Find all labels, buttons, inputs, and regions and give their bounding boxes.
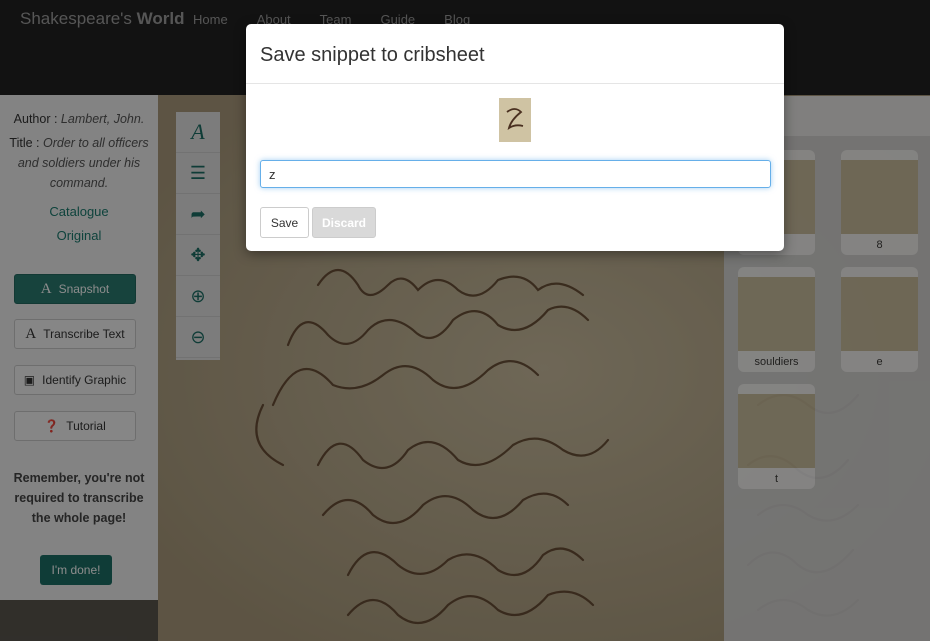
save-button[interactable]: Save xyxy=(260,207,309,238)
snippet-label-input[interactable] xyxy=(260,160,771,188)
snippet-preview-image xyxy=(499,98,531,142)
discard-button[interactable]: Discard xyxy=(312,207,376,238)
dialog-title: Save snippet to cribsheet xyxy=(260,44,485,66)
dialog-divider xyxy=(246,83,784,84)
save-snippet-dialog: Save snippet to cribsheet Save Discard xyxy=(246,24,784,251)
